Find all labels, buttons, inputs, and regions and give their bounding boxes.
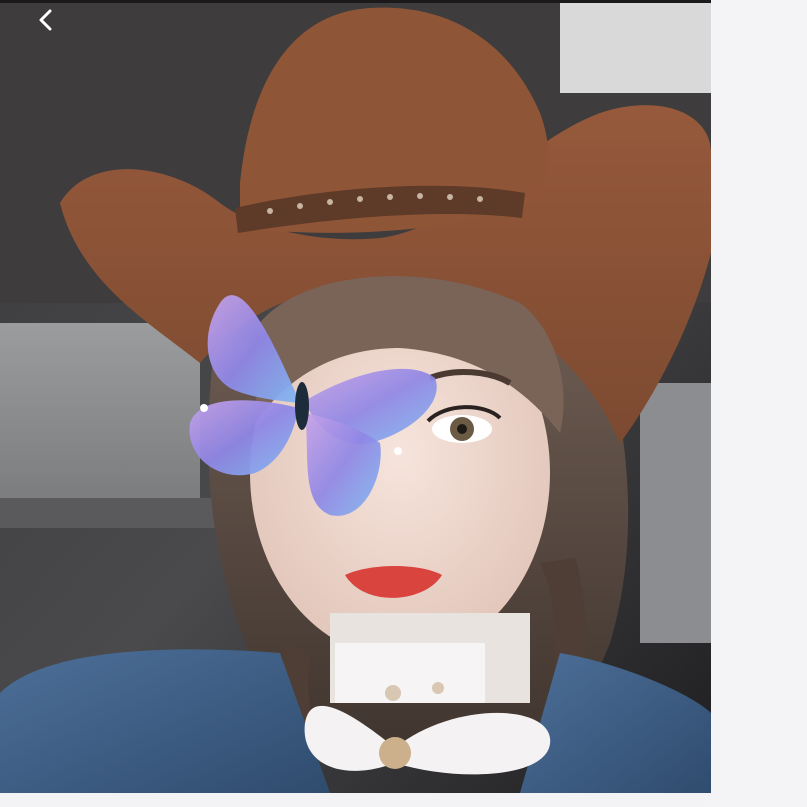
chevron-left-icon <box>39 9 52 31</box>
photo-illustration <box>0 3 711 793</box>
back-button[interactable] <box>26 0 66 40</box>
image-viewer <box>0 0 807 807</box>
right-gutter <box>711 0 807 807</box>
photo[interactable] <box>0 3 711 793</box>
